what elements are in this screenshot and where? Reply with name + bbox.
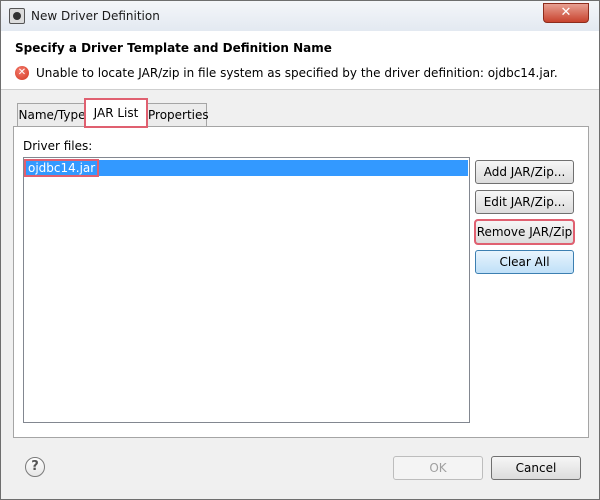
cancel-button[interactable]: Cancel bbox=[491, 456, 581, 480]
title-bar[interactable]: New Driver Definition ✕ bbox=[1, 1, 599, 31]
remove-jar-button[interactable]: Remove JAR/Zip bbox=[474, 219, 575, 245]
tab-name-type[interactable]: Name/Type bbox=[17, 103, 87, 126]
dialog-footer: ? OK Cancel bbox=[1, 437, 599, 499]
add-jar-button[interactable]: Add JAR/Zip... bbox=[475, 160, 574, 184]
tab-jar-list[interactable]: JAR List bbox=[84, 98, 148, 128]
jar-list-panel: Driver files: ojdbc14.jar Add JAR/Zip...… bbox=[13, 126, 589, 438]
new-driver-definition-dialog: New Driver Definition ✕ Specify a Driver… bbox=[0, 0, 600, 500]
header-title: Specify a Driver Template and Definition… bbox=[15, 41, 332, 55]
window-title: New Driver Definition bbox=[31, 9, 160, 23]
ok-button[interactable]: OK bbox=[393, 456, 483, 480]
list-item[interactable]: ojdbc14.jar bbox=[23, 159, 468, 177]
driver-files-list[interactable]: ojdbc14.jar bbox=[23, 157, 470, 423]
list-item-label: ojdbc14.jar bbox=[23, 159, 100, 177]
driver-files-label: Driver files: bbox=[23, 139, 93, 153]
dialog-header: Specify a Driver Template and Definition… bbox=[1, 31, 599, 90]
app-icon bbox=[9, 8, 25, 24]
error-icon: ✕ bbox=[15, 66, 29, 80]
clear-all-button[interactable]: Clear All bbox=[475, 250, 574, 274]
help-icon[interactable]: ? bbox=[25, 457, 45, 477]
tab-properties[interactable]: Properties bbox=[147, 103, 209, 126]
error-message: Unable to locate JAR/zip in file system … bbox=[36, 66, 558, 80]
close-button[interactable]: ✕ bbox=[543, 3, 589, 23]
edit-jar-button[interactable]: Edit JAR/Zip... bbox=[475, 190, 574, 214]
